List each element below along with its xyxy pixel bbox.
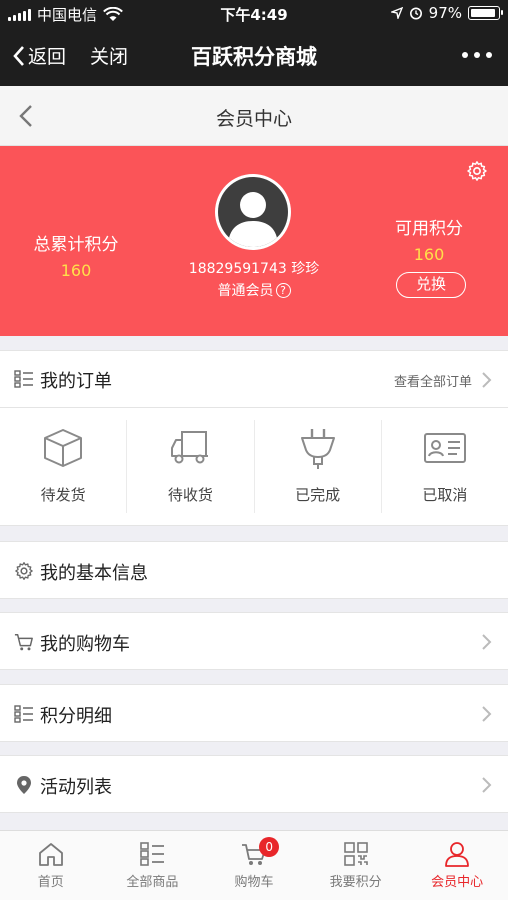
plug-icon: [300, 429, 335, 469]
tab-earn-points[interactable]: 我要积分: [305, 831, 407, 900]
list-icon: [140, 842, 165, 866]
truck-icon: [171, 431, 209, 464]
tab-member-center[interactable]: 会员中心: [406, 831, 508, 900]
order-status-completed[interactable]: 已完成: [255, 420, 382, 513]
total-points-label: 总累计积分: [33, 235, 119, 255]
more-menu-button[interactable]: [462, 52, 492, 58]
order-status-label: 已完成: [295, 486, 341, 504]
gear-icon: [15, 562, 33, 580]
list-icon: [14, 370, 33, 388]
order-status-pending-shipment[interactable]: 待发货: [0, 420, 128, 513]
help-icon[interactable]: ?: [275, 283, 291, 298]
location-arrow-icon: [390, 7, 403, 19]
wechat-nav-bar: 返回 关闭 百跃积分商城: [0, 28, 508, 86]
available-points-value: 160: [413, 245, 445, 264]
alarm-icon: [409, 7, 422, 20]
close-button[interactable]: 关闭: [90, 42, 128, 69]
basic-info-label: 我的基本信息: [40, 563, 148, 584]
exchange-button[interactable]: 兑换: [396, 272, 466, 298]
points-detail-row[interactable]: 积分明细: [0, 684, 508, 742]
tab-home[interactable]: 首页: [0, 831, 102, 900]
my-orders-row[interactable]: 我的订单 查看全部订单: [0, 350, 508, 408]
tab-earn-points-label: 我要积分: [329, 875, 382, 890]
order-status-label: 待发货: [40, 486, 86, 504]
back-label: 返回: [28, 46, 67, 68]
tab-all-products-label: 全部商品: [126, 875, 179, 890]
list-icon: [14, 705, 33, 723]
tab-member-center-label: 会员中心: [431, 875, 484, 890]
my-orders-label: 我的订单: [40, 371, 112, 392]
basic-info-row[interactable]: 我的基本信息: [0, 541, 508, 599]
available-points-label: 可用积分: [395, 219, 463, 239]
order-status-cancelled[interactable]: 已取消: [382, 420, 508, 513]
chevron-right-icon: [482, 372, 492, 388]
points-detail-label: 积分明细: [40, 706, 112, 727]
battery-percent: 97%: [428, 4, 462, 22]
card-icon: [423, 433, 466, 463]
tab-cart-label: 购物车: [234, 875, 274, 890]
avatar[interactable]: [215, 174, 291, 250]
battery-icon: [468, 6, 503, 20]
view-all-orders-link[interactable]: 查看全部订单: [394, 371, 472, 390]
order-status-grid: 待发货 待收货 已完成 已取消: [0, 408, 508, 526]
order-status-label: 待收货: [167, 486, 213, 504]
order-status-pending-receipt[interactable]: 待收货: [127, 420, 255, 513]
status-bar: 中国电信 下午4:49 97%: [0, 0, 508, 28]
cart-label: 我的购物车: [40, 634, 130, 655]
page-title: 会员中心: [215, 108, 292, 130]
chevron-right-icon: [482, 634, 492, 650]
member-level-label: 普通会员: [217, 283, 274, 299]
activities-label: 活动列表: [40, 777, 112, 798]
page-header: 会员中心: [0, 86, 508, 146]
chevron-right-icon: [482, 777, 492, 793]
status-right: 97%: [390, 4, 503, 22]
cart-badge: 0: [259, 837, 280, 857]
activities-row[interactable]: 活动列表: [0, 755, 508, 813]
tab-cart[interactable]: 0 购物车: [203, 831, 305, 900]
cart-row[interactable]: 我的购物车: [0, 612, 508, 670]
home-icon: [38, 843, 63, 866]
profile-banner: 总累计积分 160 18829591743 珍珍 普通会员? 可用积分 160 …: [0, 146, 508, 336]
tab-all-products[interactable]: 全部商品: [102, 831, 204, 900]
cart-icon: [14, 634, 33, 651]
box-icon: [44, 429, 83, 467]
available-points: 可用积分 160: [392, 214, 466, 264]
order-status-label: 已取消: [422, 486, 468, 504]
settings-gear-icon[interactable]: [466, 160, 488, 182]
tab-home-label: 首页: [37, 875, 64, 890]
back-button[interactable]: 返回: [12, 42, 66, 69]
chevron-right-icon: [482, 706, 492, 722]
qr-icon: [343, 842, 368, 866]
default-user-icon: [228, 192, 278, 247]
chevron-left-icon: [13, 45, 24, 66]
location-pin-icon: [17, 776, 31, 794]
user-icon: [445, 842, 470, 867]
bottom-tab-bar: 首页 全部商品 0 购物车 我要积分 会员中心: [0, 830, 508, 900]
mall-title: 百跃积分商城: [191, 45, 317, 69]
